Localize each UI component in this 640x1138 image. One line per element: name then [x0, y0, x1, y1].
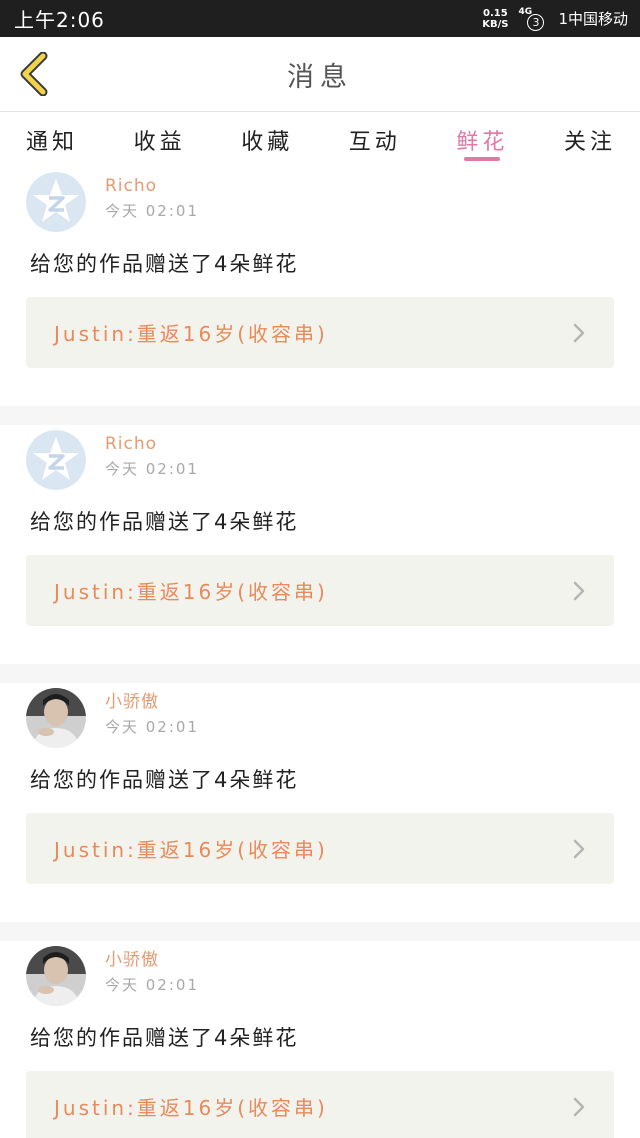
- tab-following[interactable]: 关注: [564, 112, 616, 167]
- notification-header: Richo 今天 02:01: [26, 167, 614, 243]
- user-info: Richo 今天 02:01: [105, 172, 199, 222]
- message-time: 今天 02:01: [105, 202, 199, 220]
- tab-flowers[interactable]: 鲜花: [456, 112, 508, 167]
- signal-icon: 4G 3: [518, 7, 548, 31]
- status-time: 上午2:06: [14, 8, 105, 32]
- work-title: Justin:重返16岁(收容串): [54, 1096, 328, 1120]
- list-item: 小骄傲 今天 02:01 给您的作品赠送了4朵鲜花 Justin:重返16岁(收…: [0, 683, 640, 922]
- notification-header: 小骄傲 今天 02:01: [26, 941, 614, 1017]
- chevron-right-icon: [573, 839, 585, 858]
- tab-notice[interactable]: 通知: [26, 112, 78, 167]
- list-item: Richo 今天 02:01 给您的作品赠送了4朵鲜花 Justin:重返16岁…: [0, 167, 640, 406]
- avatar[interactable]: [26, 688, 86, 748]
- status-indicators: 0.15 KB/S 4G 3 1中国移动: [482, 7, 628, 31]
- network-speed-unit: KB/S: [482, 18, 509, 30]
- work-link[interactable]: Justin:重返16岁(收容串): [26, 555, 614, 626]
- user-photo-icon: [26, 688, 86, 748]
- network-speed-value: 0.15: [482, 7, 508, 19]
- notification-list: Richo 今天 02:01 给您的作品赠送了4朵鲜花 Justin:重返16岁…: [0, 167, 640, 1138]
- message-text: 给您的作品赠送了4朵鲜花: [30, 768, 299, 792]
- chevron-right-icon: [573, 1097, 585, 1116]
- user-info: Richo 今天 02:01: [105, 430, 199, 480]
- tab-favorites[interactable]: 收藏: [241, 112, 293, 167]
- avatar[interactable]: [26, 172, 86, 232]
- notification-header: Richo 今天 02:01: [26, 425, 614, 501]
- signal-count: 3: [527, 13, 545, 31]
- message-time: 今天 02:01: [105, 976, 199, 994]
- user-name[interactable]: Richo: [105, 432, 199, 456]
- notification-header: 小骄傲 今天 02:01: [26, 683, 614, 759]
- message-time: 今天 02:01: [105, 718, 199, 736]
- user-info: 小骄傲 今天 02:01: [105, 946, 199, 996]
- user-photo-icon: [26, 946, 86, 1006]
- status-bar: 上午2:06 0.15 KB/S 4G 3 1中国移动: [0, 0, 640, 37]
- message-text: 给您的作品赠送了4朵鲜花: [30, 1026, 299, 1050]
- message-text: 给您的作品赠送了4朵鲜花: [30, 510, 299, 534]
- user-info: 小骄傲 今天 02:01: [105, 688, 199, 738]
- back-button[interactable]: [14, 51, 54, 97]
- carrier-name: 1中国移动: [558, 10, 628, 28]
- avatar[interactable]: [26, 946, 86, 1006]
- work-link[interactable]: Justin:重返16岁(收容串): [26, 813, 614, 884]
- chevron-left-icon: [20, 52, 48, 96]
- default-avatar-icon: [26, 172, 86, 232]
- work-link[interactable]: Justin:重返16岁(收容串): [26, 297, 614, 368]
- user-name[interactable]: Richo: [105, 174, 199, 198]
- page-header: 消息: [0, 37, 640, 112]
- default-avatar-icon: [26, 430, 86, 490]
- avatar[interactable]: [26, 430, 86, 490]
- network-speed: 0.15 KB/S: [482, 8, 508, 30]
- chevron-right-icon: [573, 581, 585, 600]
- user-name[interactable]: 小骄傲: [105, 690, 199, 714]
- chevron-right-icon: [573, 323, 585, 342]
- page-title: 消息: [287, 61, 353, 93]
- work-title: Justin:重返16岁(收容串): [54, 322, 328, 346]
- tab-bar: 通知 收益 收藏 互动 鲜花 关注: [0, 112, 640, 167]
- work-title: Justin:重返16岁(收容串): [54, 580, 328, 604]
- tab-interactions[interactable]: 互动: [349, 112, 401, 167]
- list-item: 小骄傲 今天 02:01 给您的作品赠送了4朵鲜花 Justin:重返16岁(收…: [0, 941, 640, 1138]
- tab-earnings[interactable]: 收益: [134, 112, 186, 167]
- message-text: 给您的作品赠送了4朵鲜花: [30, 252, 299, 276]
- work-link[interactable]: Justin:重返16岁(收容串): [26, 1071, 614, 1138]
- user-name[interactable]: 小骄傲: [105, 948, 199, 972]
- list-item: Richo 今天 02:01 给您的作品赠送了4朵鲜花 Justin:重返16岁…: [0, 425, 640, 664]
- message-time: 今天 02:01: [105, 460, 199, 478]
- work-title: Justin:重返16岁(收容串): [54, 838, 328, 862]
